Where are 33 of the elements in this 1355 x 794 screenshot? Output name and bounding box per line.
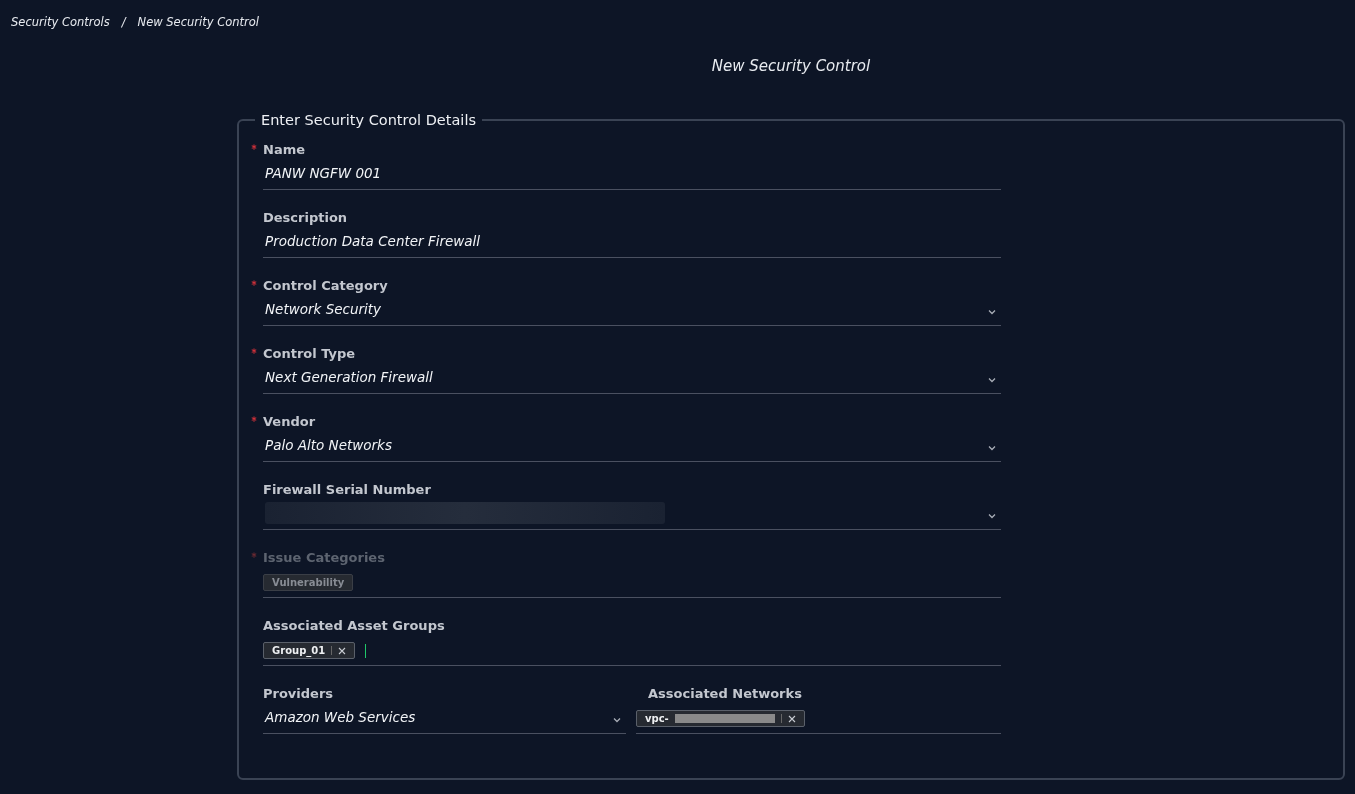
field-label: Associated Asset Groups <box>263 617 445 633</box>
select-field[interactable]: Network Security <box>263 294 1001 326</box>
field-label: Description <box>263 209 348 225</box>
tag-chip: vpc- <box>636 710 805 727</box>
close-icon[interactable] <box>338 646 347 655</box>
tag-chip: Vulnerability <box>263 574 354 591</box>
field-label: Providers <box>263 685 334 701</box>
required-asterisk-icon <box>251 552 257 558</box>
field-label: Control Category <box>263 277 388 293</box>
select-field[interactable]: Palo Alto Networks <box>263 430 1001 462</box>
field-label: Associated Networks <box>648 685 802 701</box>
field-label: Control Type <box>263 345 356 361</box>
field-label: Issue Categories <box>263 549 385 565</box>
required-asterisk-icon <box>251 416 257 422</box>
close-icon[interactable] <box>787 714 796 723</box>
field-label: Firewall Serial Number <box>263 481 431 497</box>
tag-input-field[interactable]: Group_01 <box>263 634 1001 666</box>
form-legend: Enter Security Control Details <box>255 112 482 128</box>
field-label: Vendor <box>263 413 316 429</box>
text-field[interactable]: Production Data Center Firewall <box>263 226 1001 258</box>
required-asterisk-icon <box>251 280 257 286</box>
select-field[interactable]: Next Generation Firewall <box>263 362 1001 394</box>
breadcrumb-link[interactable]: Security Controls <box>11 15 110 29</box>
tag-input-field[interactable]: vpc- <box>636 702 1001 734</box>
text-field[interactable]: PANW NGFW 001 <box>263 158 1001 190</box>
tag-chip: Group_01 <box>263 642 356 659</box>
select-field[interactable]: Amazon Web Services <box>263 702 626 734</box>
breadcrumb-link[interactable]: New Security Control <box>137 15 260 29</box>
field-label: Name <box>263 141 305 157</box>
page-title: New Security Control <box>710 57 872 75</box>
required-asterisk-icon <box>251 348 257 354</box>
required-asterisk-icon <box>251 144 257 150</box>
breadcrumb-separator: / <box>121 15 126 29</box>
